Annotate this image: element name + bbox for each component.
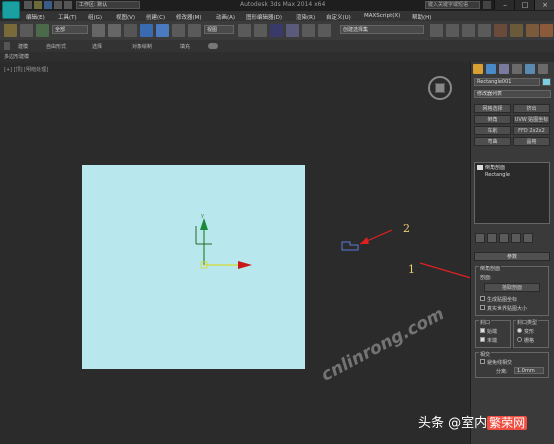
make-unique-icon[interactable] bbox=[499, 233, 509, 243]
utilities-tab-icon[interactable] bbox=[538, 64, 548, 74]
btn-bevel[interactable]: 倒角 bbox=[474, 115, 511, 124]
btn-extrude[interactable]: 挤出 bbox=[513, 104, 550, 113]
avoid-intersect-checkbox[interactable] bbox=[480, 359, 485, 364]
real-world-map-checkbox[interactable] bbox=[480, 305, 485, 310]
real-world-map-label: 真实世界贴图大小 bbox=[487, 306, 528, 312]
separation-label: 分离: bbox=[496, 369, 508, 375]
cap-end-label: 末端 bbox=[487, 338, 498, 344]
stack-item-rectangle[interactable]: Rectangle bbox=[485, 172, 510, 178]
cap-type-group: 封口类型 变形 栅格 bbox=[513, 319, 549, 348]
cap-start-checkbox[interactable] bbox=[480, 328, 485, 333]
cap-morph-radio[interactable] bbox=[517, 328, 522, 333]
configure-sets-icon[interactable] bbox=[523, 233, 533, 243]
btn-ffd[interactable]: FFD 2x2x2 bbox=[513, 126, 550, 135]
cap-morph-label: 变形 bbox=[524, 329, 535, 335]
btn-bend[interactable]: 弯曲 bbox=[474, 137, 511, 146]
intersections-group: 相交 避免线相交 分离: 1.0mm bbox=[475, 351, 549, 378]
avoid-intersect-label: 避免线相交 bbox=[487, 360, 513, 366]
caps-group: 封口 始端 末端 bbox=[475, 319, 511, 348]
remove-modifier-icon[interactable] bbox=[511, 233, 521, 243]
cap-type-group-title: 封口类型 bbox=[516, 319, 539, 326]
footer-prefix: 头条 @室内 bbox=[418, 416, 488, 431]
bevel-profile-group-title: 倒角剖面 bbox=[479, 265, 502, 272]
display-tab-icon[interactable] bbox=[525, 64, 535, 74]
object-color-swatch[interactable] bbox=[542, 78, 551, 86]
motion-tab-icon[interactable] bbox=[512, 64, 522, 74]
modifier-list-dropdown[interactable]: 修改器列表 bbox=[474, 90, 551, 98]
hierarchy-tab-icon[interactable] bbox=[499, 64, 509, 74]
create-tab-icon[interactable] bbox=[473, 64, 483, 74]
caps-group-title: 封口 bbox=[479, 319, 492, 326]
generate-mapping-checkbox[interactable] bbox=[480, 296, 485, 301]
cap-end-checkbox[interactable] bbox=[480, 337, 485, 342]
btn-mesh-select[interactable]: 网格选择 bbox=[474, 104, 511, 113]
generate-mapping-label: 生成贴图坐标 bbox=[487, 297, 518, 303]
separation-spinner[interactable]: 1.0mm bbox=[514, 367, 544, 374]
bevel-profile-group: 倒角剖面 剖面: 拾取剖面 生成贴图坐标 真实世界贴图大小 bbox=[475, 265, 549, 316]
panel-tabs bbox=[473, 64, 553, 74]
footer-brand: 繁荣网 bbox=[487, 416, 528, 430]
btn-lattice[interactable]: 晶格 bbox=[513, 137, 550, 146]
command-panel: Rectangle001 修改器列表 网格选择 挤出 倒角 UVW 贴图坐标 车… bbox=[470, 62, 554, 444]
cap-grid-radio[interactable] bbox=[517, 337, 522, 342]
stack-item-bevel-profile[interactable]: 倒角剖面 bbox=[485, 164, 505, 171]
modifier-stack: 倒角剖面 Rectangle bbox=[474, 162, 550, 224]
cap-start-label: 始端 bbox=[487, 329, 498, 335]
object-name-field[interactable]: Rectangle001 bbox=[474, 78, 540, 86]
btn-lathe[interactable]: 车削 bbox=[474, 126, 511, 135]
parameters-rollout[interactable]: 参数 bbox=[474, 252, 550, 261]
pick-profile-button[interactable]: 拾取剖面 bbox=[484, 283, 540, 292]
cap-grid-label: 栅格 bbox=[524, 338, 535, 344]
pin-stack-icon[interactable] bbox=[475, 233, 485, 243]
show-end-result-icon[interactable] bbox=[487, 233, 497, 243]
footer-watermark: 头条 @室内 繁荣网 bbox=[418, 414, 528, 432]
btn-uvw-map[interactable]: UVW 贴图坐标 bbox=[513, 115, 550, 124]
profile-label: 剖面: bbox=[480, 275, 492, 281]
intersections-group-title: 相交 bbox=[479, 351, 492, 358]
stack-bulb-icon[interactable] bbox=[477, 165, 483, 170]
modify-tab-icon[interactable] bbox=[486, 64, 496, 74]
